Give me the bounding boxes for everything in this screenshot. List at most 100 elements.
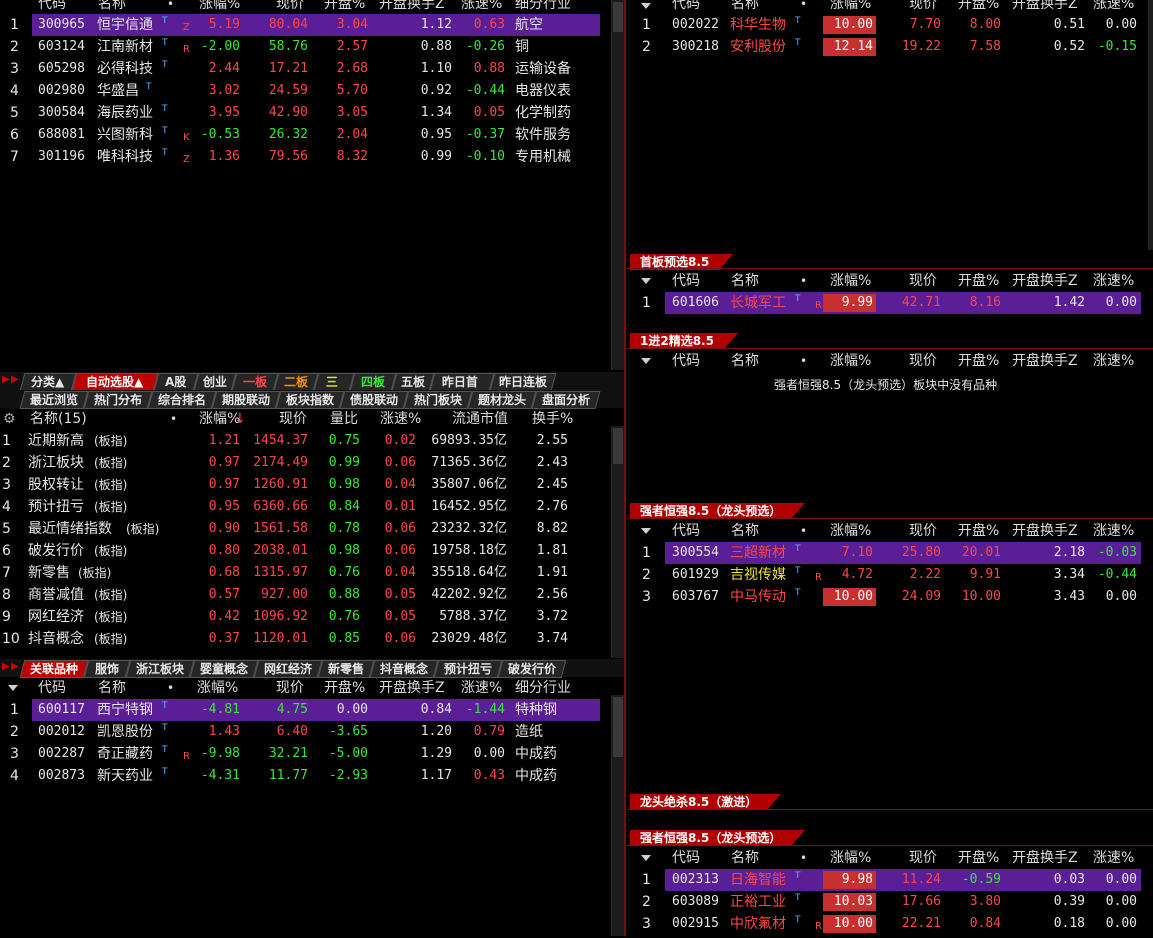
tab-tabs_row2-3[interactable]: 期股联动 <box>211 391 281 409</box>
col-header-pct[interactable]: 涨幅% <box>197 677 238 699</box>
col-header-ratio[interactable]: 量比 <box>330 408 358 430</box>
tab-tabs_row2-0[interactable]: 最近浏览 <box>19 391 89 409</box>
tab-tabs_row1-0[interactable]: 分类▲ <box>19 373 77 391</box>
col-header-speed[interactable]: 涨速% <box>1093 350 1134 372</box>
tab-tabs_row1-10[interactable]: 昨日连板 <box>489 373 557 391</box>
table-row[interactable]: 2 603124 江南新材 T R -2.00 58.76 2.57 0.88 -0.26 铜 <box>10 36 600 58</box>
col-header-pct[interactable]: 涨幅% <box>830 520 871 542</box>
table-row[interactable]: 7 301196 唯科科技 T Z 1.36 79.56 8.32 0.99 -0.10 专用机械 <box>10 146 600 168</box>
table-row[interactable]: 3 002287 奇正藏药 T R -9.98 32.21 -5.00 1.29 0.00 中成药 <box>10 743 600 765</box>
col-header-industry[interactable]: 细分行业 <box>515 0 571 15</box>
col-header-code[interactable]: 代码 <box>38 0 66 15</box>
scroll-thumb[interactable] <box>613 697 623 757</box>
table-row[interactable]: 2 浙江板块 (板指) 0.97 2174.49 0.99 0.06 71365.36亿 2.4… <box>0 452 610 474</box>
col-header-speed[interactable]: 涨速% <box>1093 270 1134 292</box>
table-row[interactable]: 1 300965 恒宇信通 T Z 5.19 80.04 3.04 1.12 0.63 航空 <box>10 14 600 36</box>
gear-icon[interactable]: ⚙ <box>3 408 16 430</box>
tab-tabs_row3-1[interactable]: 服饰 <box>83 660 131 678</box>
col-header-open[interactable]: 开盘% <box>324 0 365 15</box>
table-row[interactable]: 3 605298 必得科技 T 2.44 17.21 2.68 1.10 0.88 运输设备 <box>10 58 600 80</box>
scroll-thumb[interactable] <box>613 428 623 464</box>
arrow-left-icon[interactable]: ▶ <box>2 374 10 385</box>
table-row[interactable]: 1 002313 日海智能 T 9.98 11.24 -0.59 0.03 0.00 <box>642 869 1141 891</box>
col-header-open[interactable]: 开盘% <box>958 0 999 15</box>
tab-tabs_row2-1[interactable]: 热门分布 <box>83 391 153 409</box>
vertical-divider[interactable] <box>624 0 626 936</box>
scroll-thumb[interactable] <box>613 2 623 32</box>
col-header-turn[interactable]: 开盘换手Z <box>379 677 445 699</box>
table-row[interactable]: 2 601929 吉视传媒 T R 4.72 2.22 9.91 3.34 -0.44 <box>642 564 1141 586</box>
section-title-leader-kill[interactable]: 龙头绝杀8.5（激进） <box>630 794 782 810</box>
col-header-turn[interactable]: 开盘换手Z <box>1012 847 1078 869</box>
tab-tabs_row2-8[interactable]: 盘面分析 <box>531 391 601 409</box>
col-header-code[interactable]: 代码 <box>672 520 700 542</box>
table-row[interactable]: 6 破发行价 (板指) 0.80 2038.01 0.98 0.06 19758.18亿 1.8… <box>0 540 610 562</box>
col-header-code[interactable]: 代码 <box>672 270 700 292</box>
col-header-price[interactable]: 现价 <box>276 677 304 699</box>
col-header-name[interactable]: 名称 <box>98 677 126 699</box>
tab-tabs_row1-4[interactable]: 一板 <box>231 373 279 391</box>
col-header-price[interactable]: 现价 <box>276 0 304 15</box>
table-row[interactable]: 1 近期新高 (板指) 1.21 1454.37 0.75 0.02 69893.35亿 2.5… <box>0 430 610 452</box>
tab-tabs_row3-2[interactable]: 浙江板块 <box>125 660 195 678</box>
table-row[interactable]: 8 商誉减值 (板指) 0.57 927.00 0.88 0.05 42202.92亿 2.56 <box>0 584 610 606</box>
table-row[interactable]: 2 300218 安利股份 T 12.14 19.22 7.58 0.52 -0.15 <box>642 36 1141 58</box>
col-header-price[interactable]: 现价 <box>279 408 307 430</box>
table-row[interactable]: 7 新零售 (板指) 0.68 1315.97 0.76 0.04 35518.64亿 1.91 <box>0 562 610 584</box>
col-header-speed[interactable]: 涨速% <box>1093 520 1134 542</box>
col-header-pct[interactable]: 涨幅% <box>830 847 871 869</box>
col-header-industry[interactable]: 细分行业 <box>515 677 571 699</box>
table-row[interactable]: 3 002915 中欣氟材 T R 10.00 22.21 0.84 0.18 0.00 <box>642 913 1141 935</box>
tab-tabs_row2-2[interactable]: 综合排名 <box>147 391 217 409</box>
table-row[interactable]: 4 002873 新天药业 T -4.31 11.77 -2.93 1.17 0.43 中成药 <box>10 765 600 787</box>
col-header-name[interactable]: 名称 <box>731 350 759 372</box>
related-scrollbar[interactable] <box>611 695 624 936</box>
col-header-open[interactable]: 开盘% <box>958 350 999 372</box>
col-header-price[interactable]: 现价 <box>909 350 937 372</box>
col-header-name[interactable]: 名称 <box>731 847 759 869</box>
table-row[interactable]: 6 688081 兴图新科 T K -0.53 26.32 2.04 0.95 -0.37 软件服务 <box>10 124 600 146</box>
table-row[interactable]: 1 601606 长城军工 T R 9.99 42.71 8.16 1.42 0.00 <box>642 292 1141 314</box>
table-row[interactable]: 10 抖音概念 (板指) 0.37 1120.01 0.85 0.06 23029.48亿 3.… <box>0 628 610 650</box>
right-top-scrollbar[interactable] <box>1148 0 1153 250</box>
col-header-code[interactable]: 代码 <box>672 847 700 869</box>
tab-tabs_row3-8[interactable]: 破发行价 <box>497 660 567 678</box>
col-header-turn[interactable]: 开盘换手Z <box>1012 350 1078 372</box>
col-header-price[interactable]: 现价 <box>909 0 937 15</box>
col-header-code[interactable]: 代码 <box>38 677 66 699</box>
tab-tabs_row2-6[interactable]: 热门板块 <box>403 391 473 409</box>
tab-tabs_row2-5[interactable]: 债股联动 <box>339 391 409 409</box>
arrow-left-icon[interactable]: ▶ <box>2 661 10 672</box>
col-header-pct[interactable]: 涨幅% <box>830 350 871 372</box>
tab-tabs_row2-4[interactable]: 板块指数 <box>275 391 345 409</box>
col-header-price[interactable]: 现价 <box>909 270 937 292</box>
col-header-price[interactable]: 现价 <box>909 847 937 869</box>
col-header-open[interactable]: 开盘% <box>958 847 999 869</box>
arrow-right-icon[interactable]: ▶ <box>11 661 19 672</box>
section-title-strong-leader-2[interactable]: 强者恒强8.5（龙头预选） <box>630 830 806 846</box>
tab-tabs_row3-5[interactable]: 新零售 <box>317 660 375 678</box>
tab-tabs_row1-5[interactable]: 二板 <box>273 373 319 391</box>
col-header-turn[interactable]: 换手% <box>532 408 573 430</box>
col-header-turn[interactable]: 开盘换手Z <box>1012 270 1078 292</box>
section-title-1to2[interactable]: 1进2精选8.5 <box>630 333 738 349</box>
col-header-code[interactable]: 代码 <box>672 0 700 15</box>
col-header-pct[interactable]: 涨幅% <box>830 270 871 292</box>
col-header-open[interactable]: 开盘% <box>958 270 999 292</box>
tab-tabs_row1-2[interactable]: A股 <box>153 373 199 391</box>
col-header-name[interactable]: 名称 <box>731 270 759 292</box>
table-row[interactable]: 3 股权转让 (板指) 0.97 1260.91 0.98 0.04 35807.06亿 2.4… <box>0 474 610 496</box>
col-header-speed[interactable]: 涨速% <box>1093 0 1134 15</box>
tab-tabs_row3-0[interactable]: 关联品种 <box>19 660 89 678</box>
table-row[interactable]: 1 300554 三超新材 T 7.10 25.80 20.01 2.18 -0.03 <box>642 542 1141 564</box>
col-header-speed[interactable]: 涨速% <box>461 0 502 15</box>
col-header-turn[interactable]: 开盘换手Z <box>379 0 445 15</box>
table-row[interactable]: 9 网红经济 (板指) 0.42 1096.92 0.76 0.05 5788.37亿 3.72 <box>0 606 610 628</box>
col-header-turn[interactable]: 开盘换手Z <box>1012 0 1078 15</box>
table-row[interactable]: 2 002012 凯恩股份 T 1.43 6.40 -3.65 1.20 0.79 造纸 <box>10 721 600 743</box>
col-header-name[interactable]: 名称 <box>98 0 126 15</box>
tab-tabs_row3-7[interactable]: 预计扭亏 <box>433 660 503 678</box>
tab-tabs_row1-3[interactable]: 创业 <box>193 373 237 391</box>
tab-tabs_row1-8[interactable]: 五板 <box>391 373 435 391</box>
col-header-price[interactable]: 现价 <box>909 520 937 542</box>
